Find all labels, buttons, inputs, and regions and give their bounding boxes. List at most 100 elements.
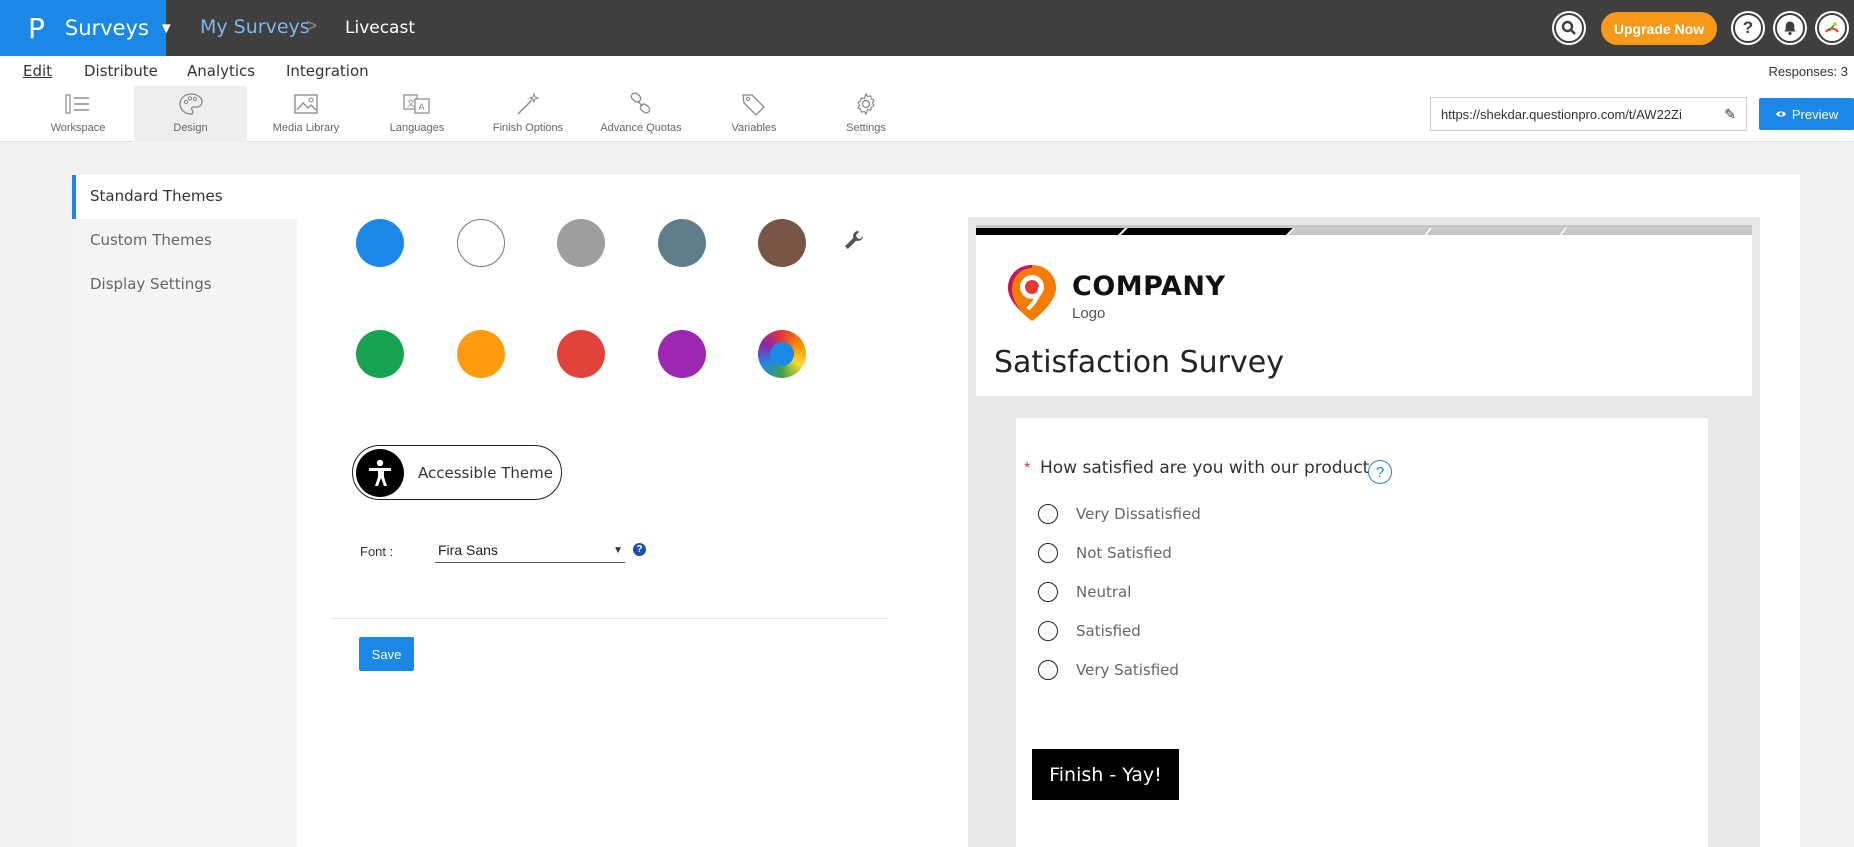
- theme-swatch-white[interactable]: [457, 219, 505, 267]
- tool-label: Media Library: [272, 122, 340, 134]
- answer-label: Not Satisfied: [1076, 544, 1172, 562]
- pencil-icon[interactable]: ✎: [1724, 106, 1736, 123]
- tool-media-library[interactable]: Media Library: [262, 86, 350, 142]
- save-button[interactable]: Save: [359, 637, 414, 671]
- answer-label: Very Dissatisfied: [1076, 505, 1201, 523]
- preview-button[interactable]: Preview: [1759, 98, 1854, 130]
- font-help-icon[interactable]: ?: [633, 543, 646, 556]
- avatar-icon: [1825, 22, 1839, 33]
- theme-swatch-purple[interactable]: [658, 330, 706, 378]
- tool-workspace[interactable]: Workspace: [38, 86, 118, 142]
- svg-text:A: A: [419, 103, 426, 113]
- radio-button[interactable]: [1038, 660, 1058, 680]
- survey-preview: COMPANY Logo Satisfaction Survey * How s…: [968, 217, 1760, 847]
- palette-icon: [178, 92, 204, 116]
- tool-settings[interactable]: Settings: [826, 86, 906, 142]
- tool-label: Workspace: [50, 122, 106, 134]
- menu-integration[interactable]: Integration: [286, 62, 369, 80]
- tool-label: Finish Options: [492, 122, 564, 134]
- answer-option[interactable]: Satisfied: [1038, 619, 1141, 643]
- finish-button[interactable]: Finish - Yay!: [1032, 749, 1179, 800]
- preview-label: Preview: [1791, 106, 1839, 122]
- header-stripe-bar: [976, 225, 1752, 235]
- bell-icon: [1784, 21, 1796, 36]
- theme-sidenav: Standard Themes Custom Themes Display Se…: [72, 175, 297, 847]
- magic-wand-icon: [515, 92, 541, 116]
- caret-down-icon: ▼: [158, 19, 174, 37]
- question-text: How satisfied are you with our product: [1040, 458, 1370, 478]
- answer-option[interactable]: Very Satisfied: [1038, 658, 1179, 682]
- product-switcher[interactable]: P Surveys ▼: [0, 0, 174, 56]
- menu-analytics[interactable]: Analytics: [187, 62, 255, 80]
- question-mark-icon: ?: [1742, 18, 1754, 37]
- link-chain-icon: [628, 92, 654, 116]
- theme-swatch-blue-grey[interactable]: [658, 219, 706, 267]
- tool-languages[interactable]: 文A Languages: [382, 86, 452, 142]
- search-icon: [1561, 20, 1576, 35]
- tool-label: Settings: [846, 122, 886, 134]
- accessible-theme-button[interactable]: Accessible Theme: [352, 445, 562, 500]
- survey-title: Satisfaction Survey: [994, 345, 1284, 380]
- menu-distribute[interactable]: Distribute: [84, 62, 158, 80]
- theme-swatch-multicolor[interactable]: [758, 330, 806, 378]
- upgrade-now-button[interactable]: Upgrade Now: [1601, 12, 1717, 45]
- tool-label: Variables: [731, 122, 777, 134]
- notifications-button[interactable]: [1775, 13, 1805, 43]
- radio-button[interactable]: [1038, 543, 1058, 563]
- breadcrumb-my-surveys[interactable]: My Surveys: [200, 16, 310, 38]
- answer-label: Neutral: [1076, 583, 1132, 601]
- radio-button[interactable]: [1038, 504, 1058, 524]
- responses-count[interactable]: Responses: 3: [1769, 64, 1849, 79]
- search-button[interactable]: [1554, 13, 1584, 43]
- sidenav-standard-themes[interactable]: Standard Themes: [72, 175, 297, 219]
- questionpro-logo: P: [28, 11, 45, 45]
- product-name: Surveys: [64, 16, 149, 40]
- answer-label: Very Satisfied: [1076, 661, 1179, 679]
- help-button[interactable]: ?: [1733, 13, 1763, 43]
- image-icon: [294, 92, 318, 116]
- profile-avatar-button[interactable]: [1817, 13, 1847, 43]
- editor-toolbar: Workspace Design Media Library 文A Langua…: [0, 86, 1854, 142]
- caret-down-icon: ▼: [613, 545, 623, 556]
- breadcrumb-current: Livecast: [345, 18, 416, 38]
- menu-edit[interactable]: Edit: [23, 62, 52, 80]
- question-help-icon[interactable]: ?: [1368, 460, 1392, 484]
- theme-swatch-green[interactable]: [356, 330, 404, 378]
- theme-swatch-red[interactable]: [557, 330, 605, 378]
- theme-swatch-brown[interactable]: [758, 219, 806, 267]
- survey-url-field[interactable]: https://shekdar.questionpro.com/t/AW22Zi…: [1430, 97, 1747, 131]
- radio-button[interactable]: [1038, 582, 1058, 602]
- logo-company-text: COMPANY: [1072, 271, 1226, 302]
- radio-button[interactable]: [1038, 621, 1058, 641]
- tool-design[interactable]: Design: [134, 86, 247, 142]
- design-card: Standard Themes Custom Themes Display Se…: [72, 175, 1800, 847]
- workspace-icon: [65, 92, 91, 116]
- gear-icon: [854, 92, 878, 116]
- required-marker: *: [1024, 460, 1031, 477]
- tool-finish-options[interactable]: Finish Options: [488, 86, 568, 142]
- font-select[interactable]: Fira Sans ▼: [435, 537, 625, 563]
- sidenav-custom-themes[interactable]: Custom Themes: [72, 219, 297, 263]
- tool-advance-quotas[interactable]: Advance Quotas: [596, 86, 686, 142]
- theme-swatch-blue[interactable]: [356, 219, 404, 267]
- accessibility-icon: [356, 448, 404, 497]
- wrench-icon[interactable]: [843, 229, 865, 257]
- answer-option[interactable]: Very Dissatisfied: [1038, 502, 1201, 526]
- answer-option[interactable]: Neutral: [1038, 580, 1131, 604]
- breadcrumb-separator: >: [306, 16, 318, 37]
- tool-label: Languages: [389, 122, 445, 134]
- theme-swatch-grey[interactable]: [557, 219, 605, 267]
- translate-icon: 文A: [403, 92, 431, 116]
- preview-header: COMPANY Logo Satisfaction Survey: [976, 225, 1752, 396]
- font-select-value: Fira Sans: [438, 542, 498, 558]
- divider: [331, 618, 889, 619]
- tag-icon: [741, 92, 767, 116]
- main-menu: Edit Distribute Analytics Integration Re…: [0, 56, 1854, 86]
- eye-icon: [1775, 111, 1786, 117]
- answer-option[interactable]: Not Satisfied: [1038, 541, 1172, 565]
- sidenav-display-settings[interactable]: Display Settings: [72, 263, 297, 307]
- tool-label: Advance Quotas: [600, 122, 682, 134]
- tool-variables[interactable]: Variables: [714, 86, 794, 142]
- theme-swatch-orange[interactable]: [457, 330, 505, 378]
- answer-label: Satisfied: [1076, 622, 1141, 640]
